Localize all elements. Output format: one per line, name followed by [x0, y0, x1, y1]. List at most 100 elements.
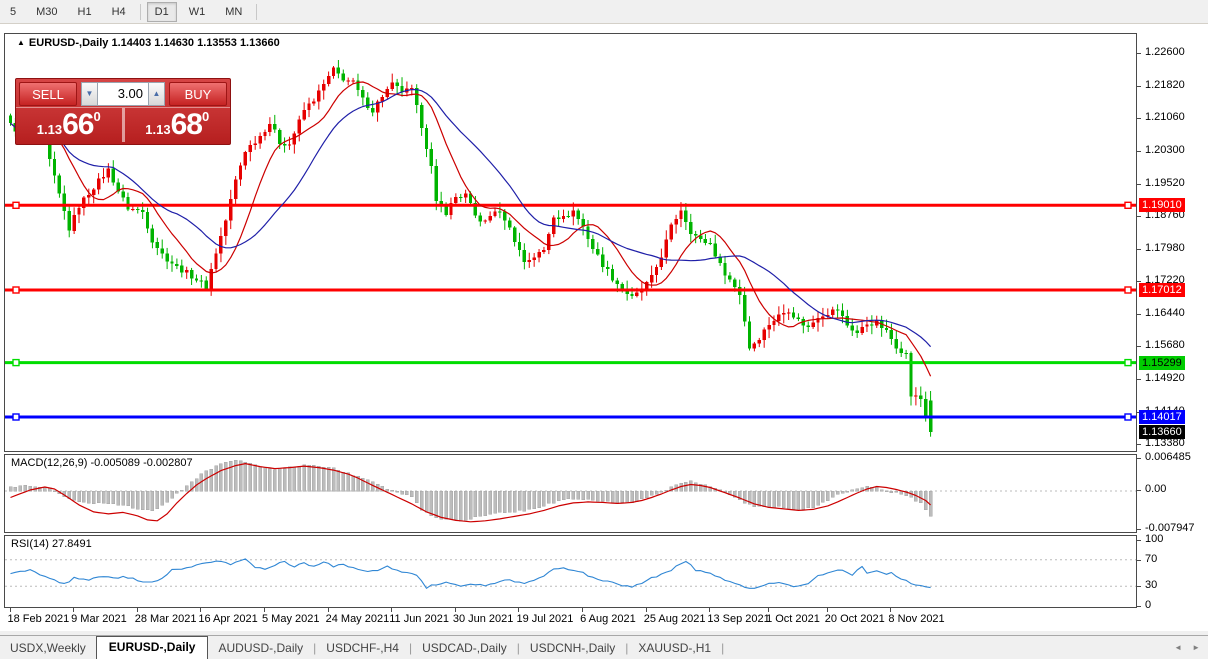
axis-tick-mark — [1137, 314, 1141, 315]
volume-increase-button[interactable]: ▲ — [148, 82, 165, 106]
ohlc-low: 1.13553 — [197, 37, 237, 49]
buy-price-base: 1.13 — [145, 122, 170, 137]
axis-tick-mark — [1137, 586, 1141, 587]
axis-tick-mark — [1137, 53, 1141, 54]
date-label: 8 Nov 2021 — [888, 613, 944, 625]
up-arrow-icon: ▲ — [17, 38, 25, 47]
date-label: 11 Jun 2021 — [389, 613, 449, 625]
time-tick-mark — [328, 608, 329, 612]
volume-decrease-button[interactable]: ▼ — [81, 82, 98, 106]
time-tick-mark — [455, 608, 456, 612]
time-tick-mark — [827, 608, 828, 612]
date-label: 30 Jun 2021 — [453, 613, 514, 625]
time-tick-mark — [264, 608, 265, 612]
volume-input[interactable]: 3.00 — [98, 82, 148, 106]
axis-tick-mark — [1137, 184, 1141, 185]
timeframe-button-5[interactable]: 5 — [2, 2, 24, 22]
rsi-chart-svg — [5, 536, 1136, 607]
toolbar-separator — [256, 4, 257, 20]
chart-symbol: EURUSD-,Daily — [29, 37, 108, 49]
price-level-tag: 1.14017 — [1139, 410, 1185, 424]
ohlc-open: 1.14403 — [111, 37, 151, 49]
chart-tab-eurusd[interactable]: EURUSD-,Daily — [96, 636, 209, 659]
axis-tick-label: 1.19520 — [1145, 177, 1185, 189]
date-label: 24 May 2021 — [326, 613, 390, 625]
time-tick-mark — [391, 608, 392, 612]
tab-scroll-buttons: ◄ ► — [1174, 643, 1200, 652]
time-tick-mark — [582, 608, 583, 612]
timeframe-button-m30[interactable]: M30 — [28, 2, 65, 22]
chart-tab-usdchf[interactable]: USDCHF-,H4 — [316, 638, 409, 659]
axis-tick-mark — [1137, 444, 1141, 445]
axis-tick-mark — [1137, 346, 1141, 347]
toolbar-separator — [140, 4, 141, 20]
price-level-tag: 1.15299 — [1139, 356, 1185, 370]
axis-tick-mark — [1137, 118, 1141, 119]
chart-tab-usdcad[interactable]: USDCAD-,Daily — [412, 638, 517, 659]
chart-tab-xauusd[interactable]: XAUUSD-,H1 — [628, 638, 721, 659]
price-level-tag: 1.13660 — [1139, 425, 1185, 439]
timeframe-button-w1[interactable]: W1 — [181, 2, 214, 22]
axis-tick-mark — [1137, 560, 1141, 561]
axis-tick-label: 1.20300 — [1145, 144, 1185, 156]
date-label: 5 May 2021 — [262, 613, 319, 625]
trade-panel-prices: 1.13 66 0 1.13 68 0 — [16, 108, 230, 142]
axis-tick-mark — [1137, 216, 1141, 217]
axis-tick-label: 0.006485 — [1145, 451, 1191, 463]
date-label: 9 Mar 2021 — [71, 613, 127, 625]
chart-tab-usdx[interactable]: USDX,Weekly — [0, 638, 96, 659]
axis-tick-label: 1.22600 — [1145, 46, 1185, 58]
one-click-trade-panel: SELL ▼ 3.00 ▲ BUY 1.13 66 0 1.13 68 — [15, 78, 231, 145]
axis-tick-mark — [1137, 86, 1141, 87]
ohlc-high: 1.14630 — [154, 37, 194, 49]
axis-tick-mark — [1137, 151, 1141, 152]
mt4-window: 5M30H1H4 D1W1MN ▲ EURUSD-,Daily 1.14403 1.… — [0, 0, 1208, 659]
price-chart-panel[interactable]: ▲ EURUSD-,Daily 1.14403 1.14630 1.13553 1… — [4, 33, 1137, 452]
timeframe-button-h4[interactable]: H4 — [104, 2, 134, 22]
buy-button[interactable]: BUY — [169, 82, 227, 106]
price-level-tag: 1.17012 — [1139, 283, 1185, 297]
date-label: 19 Jul 2021 — [516, 613, 573, 625]
axis-tick-label: 30 — [1145, 579, 1157, 591]
axis-tick-mark — [1137, 379, 1141, 380]
time-tick-mark — [137, 608, 138, 612]
date-label: 13 Sep 2021 — [707, 613, 769, 625]
sell-price-tile[interactable]: 1.13 66 0 — [16, 108, 122, 142]
chart-tab-audusd[interactable]: AUDUSD-,Daily — [208, 638, 313, 659]
time-scale[interactable]: 18 Feb 20219 Mar 202128 Mar 202116 Apr 2… — [0, 609, 1208, 631]
chart-ohlc-header: ▲ EURUSD-,Daily 1.14403 1.14630 1.13553 1… — [17, 37, 280, 49]
date-label: 25 Aug 2021 — [644, 613, 706, 625]
timeframe-button-h1[interactable]: H1 — [70, 2, 100, 22]
axis-tick-mark — [1137, 249, 1141, 250]
ohlc-close: 1.13660 — [240, 37, 280, 49]
sell-price-base: 1.13 — [37, 122, 62, 137]
axis-tick-label: 1.16440 — [1145, 307, 1185, 319]
chart-tab-usdcnh[interactable]: USDCNH-,Daily — [520, 638, 625, 659]
time-tick-mark — [200, 608, 201, 612]
date-label: 18 Feb 2021 — [8, 613, 70, 625]
chart-tab-bar: USDX,WeeklyEURUSD-,DailyAUDUSD-,Daily | US… — [0, 635, 1208, 659]
axis-tick-mark — [1137, 458, 1141, 459]
timeframe-button-d1[interactable]: D1 — [147, 2, 177, 22]
sell-price-point: 0 — [93, 109, 100, 124]
sell-button[interactable]: SELL — [19, 82, 77, 106]
macd-indicator-panel[interactable]: MACD(12,26,9) -0.005089 -0.002807 — [4, 454, 1137, 533]
tab-scroll-left-icon[interactable]: ◄ — [1174, 643, 1182, 652]
buy-price-pips: 68 — [171, 110, 202, 140]
timeframe-button-mn[interactable]: MN — [217, 2, 250, 22]
volume-stepper: ▼ 3.00 ▲ — [81, 82, 165, 106]
date-label: 20 Oct 2021 — [825, 613, 885, 625]
axis-tick-mark — [1137, 490, 1141, 491]
buy-price-tile[interactable]: 1.13 68 0 — [125, 108, 231, 142]
sell-price-pips: 66 — [62, 110, 93, 140]
axis-tick-label: 0.00 — [1145, 483, 1166, 495]
rsi-indicator-panel[interactable]: RSI(14) 27.8491 — [4, 535, 1137, 608]
time-tick-mark — [709, 608, 710, 612]
tab-scroll-right-icon[interactable]: ► — [1192, 643, 1200, 652]
axis-tick-mark — [1137, 540, 1141, 541]
time-tick-mark — [10, 608, 11, 612]
price-scale[interactable]: 1.226001.218201.210601.203001.195201.187… — [1137, 24, 1208, 624]
tab-separator: | — [721, 641, 724, 659]
axis-tick-label: 100 — [1145, 533, 1163, 545]
time-tick-mark — [646, 608, 647, 612]
